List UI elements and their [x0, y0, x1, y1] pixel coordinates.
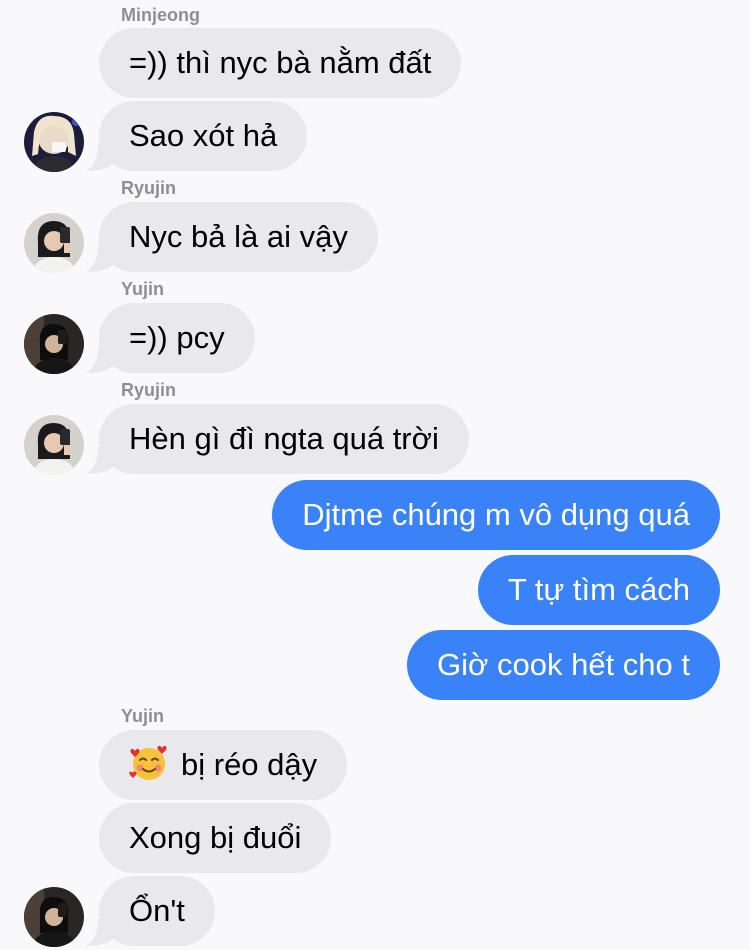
message-bubble-incoming[interactable]: Nyc bả là ai vậy — [99, 202, 378, 272]
avatar-ryujin[interactable] — [24, 213, 84, 273]
avatar-yujin[interactable] — [24, 314, 84, 374]
sender-name: Ryujin — [121, 380, 177, 400]
message-bubble-outgoing[interactable]: T tự tìm cách — [477, 555, 720, 625]
message-bubble-incoming[interactable]: Sao xót hả — [99, 101, 308, 171]
message-bubble-incoming[interactable]: =)) thì nyc bà nằm đất — [99, 28, 462, 98]
sender-name: Yujin — [121, 279, 165, 299]
sender-name: Minjeong — [121, 5, 200, 25]
message-text: bị réo dậy — [181, 747, 318, 782]
sender-name: Ryujin — [121, 178, 177, 198]
sender-name: Yujin — [121, 706, 165, 726]
message-bubble-outgoing[interactable]: Djtme chúng m vô dụng quá — [272, 480, 720, 550]
message-bubble-outgoing[interactable]: Giờ cook hết cho t — [407, 630, 720, 700]
avatar-ryujin[interactable] — [24, 415, 84, 475]
chat-thread: Minjeong =)) thì nyc bà nằm đất Sao xót … — [0, 0, 750, 950]
message-bubble-incoming[interactable]: =)) pcy — [99, 303, 255, 373]
message-bubble-incoming[interactable]: Ổn't — [99, 876, 215, 946]
message-bubble-incoming[interactable]: Hèn gì đì ngta quá trời — [99, 404, 469, 474]
message-bubble-incoming[interactable]: bị réo dậy — [99, 730, 348, 800]
smiling-face-with-hearts-emoji — [129, 745, 167, 780]
avatar-yujin[interactable] — [24, 887, 84, 947]
message-bubble-incoming[interactable]: Xong bị đuổi — [99, 803, 332, 873]
avatar-minjeong[interactable] — [24, 112, 84, 172]
